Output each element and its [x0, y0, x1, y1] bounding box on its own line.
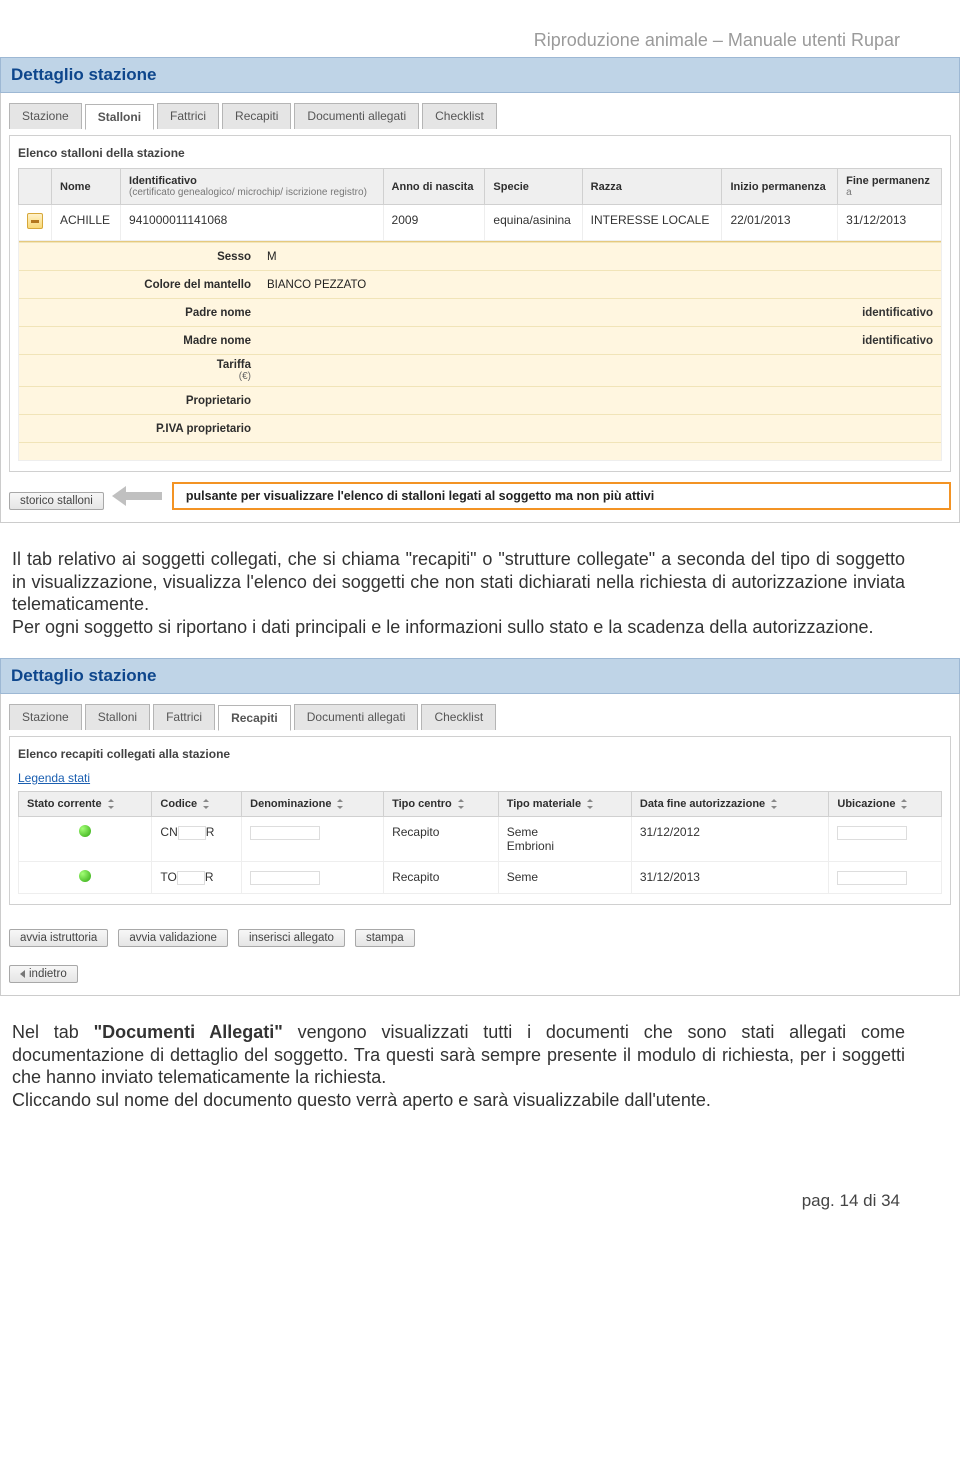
panel-title: Dettaglio stazione — [0, 57, 960, 93]
callout-text: pulsante per visualizzare l'elenco di st… — [172, 482, 951, 510]
col-nome[interactable]: Nome — [52, 169, 121, 205]
stampa-button[interactable]: stampa — [355, 929, 415, 947]
table-row: TOR RecapitoSeme31/12/2013 — [19, 862, 942, 894]
tab-documenti-allegati[interactable]: Documenti allegati — [294, 103, 419, 129]
tab-fattrici[interactable]: Fattrici — [157, 103, 219, 129]
action-buttons: avvia istruttoria avvia validazione inse… — [9, 919, 951, 947]
col-tipo-materiale[interactable]: Tipo materiale — [498, 792, 631, 817]
cell-denominazione — [242, 817, 384, 862]
col-identificativo[interactable]: Identificativo (certificato genealogico/… — [121, 169, 384, 205]
table-row: CNR RecapitoSemeEmbrioni31/12/2012 — [19, 817, 942, 862]
cell-razza: INTERESSE LOCALE — [582, 205, 722, 241]
col-fine-permanenza[interactable]: Fine permanenz a — [838, 169, 942, 205]
status-dot-icon — [79, 825, 91, 837]
col-anno-nascita[interactable]: Anno di nascita — [383, 169, 485, 205]
tab-stalloni[interactable]: Stalloni — [85, 104, 154, 130]
sort-icon[interactable] — [201, 799, 211, 809]
stalloni-table: Nome Identificativo (certificato genealo… — [18, 168, 942, 461]
collapse-icon[interactable] — [27, 213, 43, 229]
avvia-validazione-button[interactable]: avvia validazione — [118, 929, 228, 947]
chevron-left-icon — [20, 970, 25, 978]
col-stato[interactable]: Stato corrente — [19, 792, 152, 817]
col-razza[interactable]: Razza — [582, 169, 722, 205]
cell-data-fine: 31/12/2012 — [631, 817, 829, 862]
screenshot-dettaglio-stalloni: Dettaglio stazione Stazione Stalloni Fat… — [0, 57, 960, 523]
col-denominazione[interactable]: Denominazione — [242, 792, 384, 817]
cell-codice: CNR — [152, 817, 242, 862]
cell-identificativo: 941000011141068 — [121, 205, 384, 241]
cell-tipo-centro: Recapito — [384, 862, 499, 894]
indietro-button[interactable]: indietro — [9, 965, 78, 983]
cell-ubicazione — [829, 862, 942, 894]
cell-specie: equina/asinina — [485, 205, 582, 241]
tab-bar: Stazione Stalloni Fattrici Recapiti Docu… — [9, 704, 951, 730]
tab-stalloni[interactable]: Stalloni — [85, 704, 150, 730]
arrow-left-icon — [114, 489, 162, 503]
tab-fattrici[interactable]: Fattrici — [153, 704, 215, 730]
paragraph-1: Il tab relativo ai soggetti collegati, c… — [0, 523, 960, 658]
page-footer: pag. 14 di 34 — [0, 1131, 960, 1241]
tab-checklist[interactable]: Checklist — [422, 103, 497, 129]
row-detail-panel: SessoM Colore del mantelloBIANCO PEZZATO… — [19, 241, 941, 460]
cell-codice: TOR — [152, 862, 242, 894]
cell-tipo-materiale: SemeEmbrioni — [498, 817, 631, 862]
legenda-stati-link[interactable]: Legenda stati — [18, 769, 90, 791]
cell-denominazione — [242, 862, 384, 894]
fieldset-legend: Elenco stalloni della stazione — [18, 144, 942, 168]
tab-stazione[interactable]: Stazione — [9, 103, 82, 129]
col-tipo-centro[interactable]: Tipo centro — [384, 792, 499, 817]
document-header: Riproduzione animale – Manuale utenti Ru… — [0, 0, 960, 57]
inserisci-allegato-button[interactable]: inserisci allegato — [238, 929, 345, 947]
tab-checklist[interactable]: Checklist — [421, 704, 496, 730]
screenshot-dettaglio-recapiti: Dettaglio stazione Stazione Stalloni Fat… — [0, 658, 960, 996]
recapiti-table: Stato corrente Codice Denominazione Tipo… — [18, 791, 942, 894]
sort-icon[interactable] — [899, 799, 909, 809]
tab-documenti-allegati[interactable]: Documenti allegati — [294, 704, 419, 730]
cell-nome: ACHILLE — [52, 205, 121, 241]
table-row: ACHILLE 941000011141068 2009 equina/asin… — [19, 205, 942, 241]
col-data-fine[interactable]: Data fine autorizzazione — [631, 792, 829, 817]
cell-data-fine: 31/12/2013 — [631, 862, 829, 894]
sort-icon[interactable] — [456, 799, 466, 809]
sort-icon[interactable] — [769, 799, 779, 809]
col-ubicazione[interactable]: Ubicazione — [829, 792, 942, 817]
cell-ubicazione — [829, 817, 942, 862]
fieldset-legend: Elenco recapiti collegati alla stazione — [18, 745, 942, 769]
recapiti-fieldset: Elenco recapiti collegati alla stazione … — [9, 736, 951, 905]
cell-fine: 31/12/2013 — [838, 205, 942, 241]
cell-inizio: 22/01/2013 — [722, 205, 838, 241]
storico-stalloni-button[interactable]: storico stalloni — [9, 492, 104, 510]
sort-icon[interactable] — [106, 799, 116, 809]
col-inizio-permanenza[interactable]: Inizio permanenza — [722, 169, 838, 205]
tab-recapiti[interactable]: Recapiti — [222, 103, 291, 129]
avvia-istruttoria-button[interactable]: avvia istruttoria — [9, 929, 108, 947]
col-codice[interactable]: Codice — [152, 792, 242, 817]
col-expand — [19, 169, 52, 205]
sort-icon[interactable] — [585, 799, 595, 809]
sort-icon[interactable] — [335, 799, 345, 809]
panel-title: Dettaglio stazione — [0, 658, 960, 694]
tab-bar: Stazione Stalloni Fattrici Recapiti Docu… — [9, 103, 951, 129]
tab-stazione[interactable]: Stazione — [9, 704, 82, 730]
cell-anno: 2009 — [383, 205, 485, 241]
stalloni-fieldset: Elenco stalloni della stazione Nome Iden… — [9, 135, 951, 472]
col-specie[interactable]: Specie — [485, 169, 582, 205]
cell-tipo-centro: Recapito — [384, 817, 499, 862]
tab-recapiti[interactable]: Recapiti — [218, 705, 291, 731]
paragraph-2: Nel tab "Documenti Allegati" vengono vis… — [0, 996, 960, 1131]
status-dot-icon — [79, 870, 91, 882]
cell-tipo-materiale: Seme — [498, 862, 631, 894]
